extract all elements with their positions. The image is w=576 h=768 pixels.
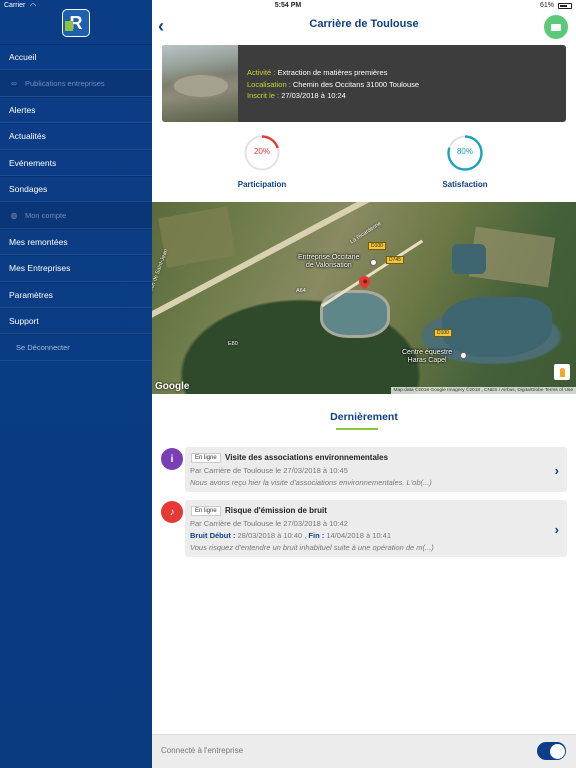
list-item[interactable]: En ligne Risque d'émission de bruit Par …	[185, 500, 567, 557]
clock: 5:54 PM	[274, 2, 302, 9]
envelope-icon	[551, 23, 561, 31]
item-excerpt: Vous risquez d'entendre un bruit inhabit…	[190, 543, 434, 552]
item-byline: Par Carrière de Toulouse le 27/03/2018 à…	[190, 466, 348, 475]
map-road-shield: D100	[434, 329, 452, 337]
map-poi-icon	[370, 259, 377, 266]
sidebar-item-actualites[interactable]: Actualités	[0, 123, 152, 150]
sidebar-item-mes-remontees[interactable]: Mes remontées	[0, 228, 152, 256]
sidebar-item-accueil[interactable]: Accueil	[0, 44, 152, 71]
sidebar-item-evenements[interactable]: Evénements	[0, 149, 152, 176]
registered-label: Inscrit le :	[247, 91, 280, 100]
location-map[interactable]: La Ricardenne Chemin de Saint-Jean D100 …	[152, 202, 576, 394]
contact-button[interactable]	[544, 15, 568, 39]
chevron-right-icon: ›	[554, 462, 559, 478]
bell-icon: ♪	[161, 501, 183, 523]
activity-label: Activité :	[247, 68, 276, 77]
map-road-shield: D100	[368, 242, 386, 250]
page-title: Carrière de Toulouse	[309, 18, 419, 30]
item-title: Visite des associations environnementale…	[225, 453, 389, 462]
sidebar: R Accueil ∞ Publications entreprises Aler…	[0, 0, 152, 768]
participation-label: Participation	[237, 180, 287, 189]
page-header: ‹ Carrière de Toulouse	[152, 12, 576, 40]
company-card: Activité : Extraction de matières premiè…	[162, 45, 566, 122]
battery-icon	[558, 3, 572, 9]
sidebar-item-alertes[interactable]: Alertes	[0, 96, 152, 124]
location-value: Chemin des Occitans 31000 Toulouse	[292, 79, 420, 89]
map-poi-icon	[460, 352, 467, 359]
infinity-icon: ∞	[11, 79, 17, 89]
item-noise-period: Bruit Début : 28/03/2018 à 10:40 , Fin :…	[190, 531, 391, 540]
street-view-icon[interactable]	[554, 364, 570, 380]
participation-value: 20%	[253, 147, 270, 156]
map-road-shield: D745	[386, 256, 404, 264]
sidebar-item-mes-entreprises[interactable]: Mes Entreprises	[0, 255, 152, 282]
list-item[interactable]: En ligne Visite des associations environ…	[185, 447, 567, 492]
satisfaction-value: 80%	[456, 147, 473, 156]
satisfaction-label: Satisfaction	[442, 180, 488, 189]
registered-value: 27/03/2018 à 10:24	[281, 91, 346, 100]
connection-label: Connecté à l'entreprise	[161, 746, 244, 755]
sidebar-section-publications: ∞ Publications entreprises	[0, 70, 152, 97]
item-byline: Par Carrière de Toulouse le 27/03/2018 à…	[190, 519, 348, 528]
activity-value: Extraction de matières premières	[277, 68, 388, 77]
map-attribution[interactable]: Map data ©2018 Google Imagery ©2018 , CN…	[390, 387, 576, 394]
map-road-shield: A64	[296, 288, 306, 294]
sidebar-menu: Accueil ∞ Publications entreprises Alerte…	[0, 44, 152, 361]
globe-icon: ◍	[10, 211, 18, 221]
location-label: Localisation :	[247, 79, 291, 89]
logout-button[interactable]: Se Déconnecter	[0, 334, 152, 361]
item-title: Risque d'émission de bruit	[225, 506, 327, 515]
map-road-shield: E80	[228, 341, 238, 347]
status-bar: Carrier ◠ 5:54 PM 61%	[0, 0, 576, 12]
app-logo: R	[62, 9, 90, 37]
company-photo	[162, 45, 238, 122]
map-road-label: Chemin de Saint-Jean	[152, 248, 170, 302]
connection-toggle[interactable]	[537, 742, 566, 760]
status-badge: En ligne	[191, 506, 221, 516]
sidebar-item-support[interactable]: Support	[0, 307, 152, 335]
info-icon: i	[161, 448, 183, 470]
sidebar-item-parametres[interactable]: Paramètres	[0, 281, 152, 308]
participation-gauge: 20% Participation	[222, 134, 302, 189]
google-logo: Google	[155, 381, 190, 392]
chevron-right-icon: ›	[554, 521, 559, 537]
map-poi-label: Centre équestre Haras Capel	[402, 349, 453, 364]
battery-percentage: 61%	[539, 2, 554, 9]
item-excerpt: Nous avons reçu hier la visite d'associa…	[190, 478, 432, 487]
map-poi-label: Entreprise Occitane de Valorisation	[298, 254, 360, 269]
section-title-underline	[336, 428, 378, 430]
status-badge: En ligne	[191, 453, 221, 463]
sidebar-section-mon-compte: ◍ Mon compte	[0, 202, 152, 229]
satisfaction-gauge: 80% Satisfaction	[425, 134, 505, 189]
section-title-recent: Dernièrement	[330, 411, 398, 423]
house-icon	[65, 21, 73, 31]
company-info: Activité : Extraction de matières premiè…	[247, 67, 419, 102]
sidebar-item-sondages[interactable]: Sondages	[0, 175, 152, 203]
connection-bar: Connecté à l'entreprise	[152, 734, 576, 768]
